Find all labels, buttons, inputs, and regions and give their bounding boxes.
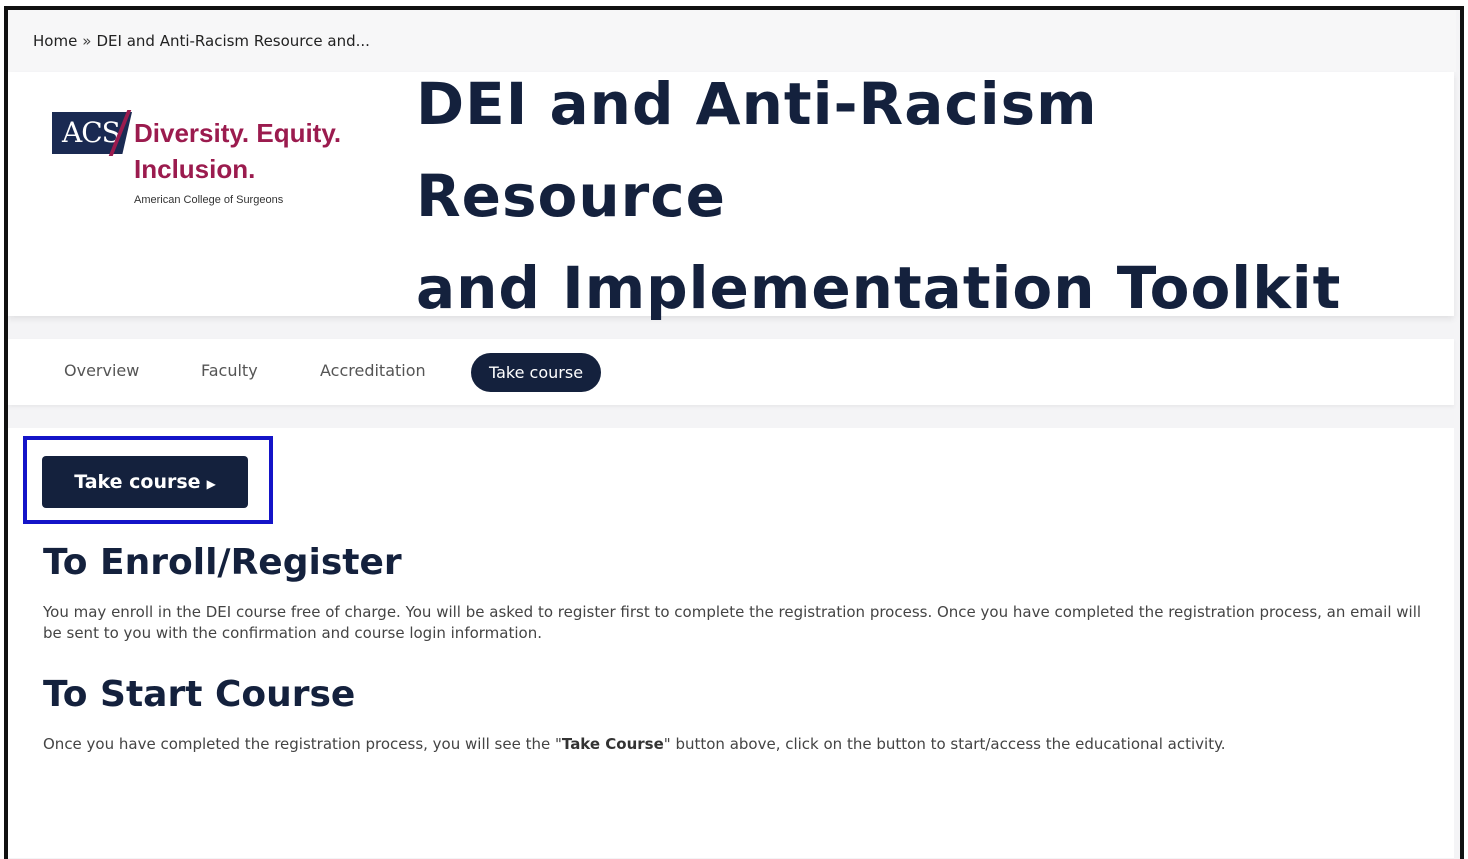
logo-org-name: American College of Surgeons bbox=[134, 194, 284, 206]
start-text-bold: Take Course bbox=[561, 735, 664, 753]
start-text-after: " button above, click on the button to s… bbox=[663, 735, 1226, 753]
start-course-heading: To Start Course bbox=[43, 674, 356, 715]
page-title-line1: DEI and Anti-Racism Resource bbox=[416, 70, 1098, 230]
take-course-button[interactable]: Take course ▶ bbox=[42, 456, 248, 508]
tab-take-course[interactable]: Take course bbox=[471, 353, 602, 392]
browser-frame: Home » DEI and Anti-Racism Resource and...… bbox=[4, 6, 1464, 859]
main-content: Take course ▶ To Enroll/Register You may … bbox=[8, 428, 1454, 858]
start-text-before: Once you have completed the registration… bbox=[43, 735, 562, 753]
tab-overview[interactable]: Overview bbox=[64, 361, 139, 380]
tab-accreditation[interactable]: Accreditation bbox=[320, 361, 426, 380]
start-course-text: Once you have completed the registration… bbox=[43, 734, 1423, 755]
acs-dei-logo: ACS Diversity. Equity. Inclusion. Americ… bbox=[52, 110, 382, 222]
enroll-heading: To Enroll/Register bbox=[43, 542, 402, 583]
logo-tagline-line1: Diversity. Equity. bbox=[134, 118, 342, 148]
take-course-button-label: Take course bbox=[74, 471, 201, 493]
enroll-text: You may enroll in the DEI course free of… bbox=[43, 603, 1422, 642]
logo-tagline-line2: Inclusion. bbox=[134, 154, 256, 184]
tab-faculty[interactable]: Faculty bbox=[201, 361, 258, 380]
breadcrumb-separator: » bbox=[82, 32, 92, 50]
course-tabs: Overview Faculty Accreditation Take cour… bbox=[8, 339, 1454, 405]
caret-right-icon: ▶ bbox=[206, 477, 216, 491]
page-title: DEI and Anti-Racism Resource and Impleme… bbox=[416, 58, 1416, 334]
breadcrumb-current: DEI and Anti-Racism Resource and... bbox=[96, 32, 370, 50]
breadcrumb-home-link[interactable]: Home bbox=[33, 32, 77, 50]
page-title-line2: and Implementation Toolkit bbox=[416, 254, 1342, 322]
